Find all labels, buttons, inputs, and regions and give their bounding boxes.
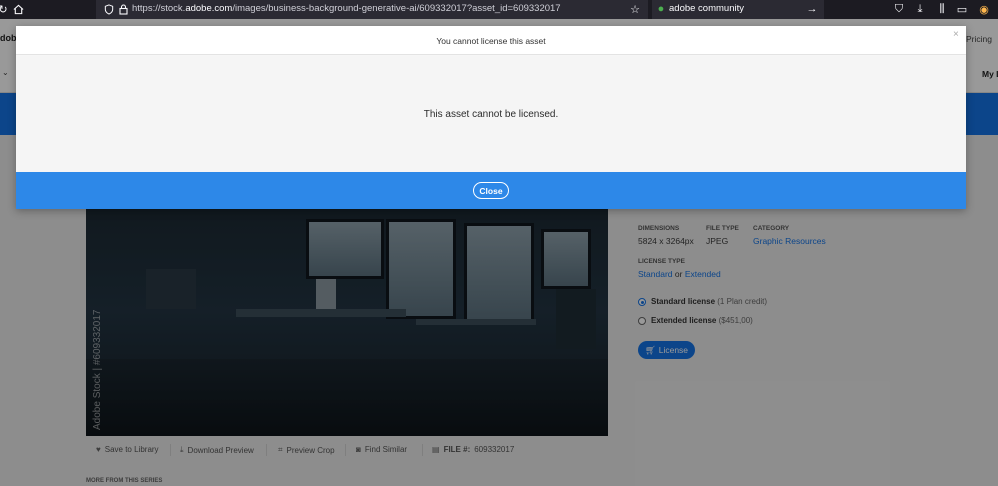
shield-icon[interactable] (102, 2, 116, 16)
url-text[interactable]: https://stock.adobe.com/images/business-… (132, 3, 561, 14)
dialog-footer: Close (16, 172, 966, 209)
dialog-message: This asset cannot be licensed. (423, 109, 559, 120)
close-icon[interactable]: × (953, 29, 959, 40)
search-bar[interactable]: ● adobe community → (652, 0, 824, 19)
library-icon[interactable]: ⫼ (935, 2, 949, 16)
home-icon[interactable] (11, 2, 25, 16)
browser-toolbar: ↻ https://stock.adobe.com/images/busines… (0, 0, 998, 19)
search-input[interactable]: adobe community (669, 3, 744, 14)
bookmark-star-icon[interactable]: ☆ (628, 2, 642, 16)
reload-icon[interactable]: ↻ (0, 2, 10, 16)
lock-icon[interactable] (116, 2, 130, 16)
dialog-body: This asset cannot be licensed. (16, 56, 966, 172)
dialog-header: You cannot license this asset × (16, 26, 966, 55)
extension-icon[interactable]: ◉ (977, 2, 991, 16)
dialog-title: You cannot license this asset (436, 36, 546, 46)
search-engine-icon: ● (657, 3, 665, 15)
sidebar-icon[interactable]: ▭ (955, 2, 969, 16)
url-bar[interactable]: https://stock.adobe.com/images/business-… (96, 0, 648, 19)
pocket-icon[interactable]: ⛉ (892, 2, 906, 16)
close-button[interactable]: Close (473, 182, 509, 199)
go-arrow-icon[interactable]: → (805, 2, 819, 16)
downloads-icon[interactable]: ⤓ (913, 2, 927, 16)
license-error-dialog: You cannot license this asset × This ass… (16, 26, 966, 209)
